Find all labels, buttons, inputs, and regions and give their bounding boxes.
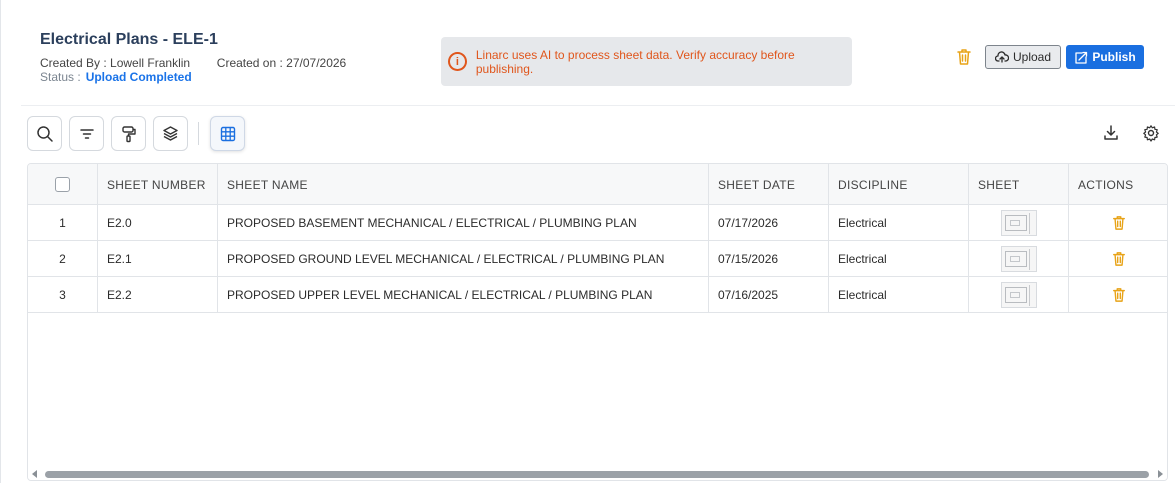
table-header: SHEET NUMBER SHEET NAME SHEET DATE DISCI… [28, 164, 1167, 205]
created-on-value: 27/07/2026 [286, 56, 347, 70]
download-icon[interactable] [1102, 124, 1120, 142]
actions-cell [1069, 277, 1167, 313]
publish-icon [1075, 51, 1088, 64]
sheet-thumbnail[interactable] [1000, 210, 1037, 236]
layers-icon [163, 126, 178, 141]
sheet-date-cell[interactable]: 07/15/2026 [709, 241, 829, 277]
table-row[interactable]: 2 E2.1 PROPOSED GROUND LEVEL MECHANICAL … [28, 241, 1167, 277]
column-header-sheet-number[interactable]: SHEET NUMBER [98, 164, 218, 205]
search-button[interactable] [27, 116, 62, 151]
sheet-number-cell[interactable]: E2.1 [98, 241, 218, 277]
column-header-sheet-name[interactable]: SHEET NAME [218, 164, 709, 205]
trash-icon[interactable] [956, 48, 972, 66]
scrollbar-thumb[interactable] [45, 471, 1149, 478]
row-index: 2 [28, 241, 98, 277]
info-icon: i [448, 52, 467, 71]
paint-roller-icon [121, 125, 136, 142]
header-divider [21, 105, 1175, 106]
actions-cell [1069, 241, 1167, 277]
trash-icon[interactable] [1112, 287, 1126, 303]
search-icon [36, 125, 53, 142]
discipline-cell[interactable]: Electrical [829, 241, 969, 277]
table-row[interactable]: 3 E2.2 PROPOSED UPPER LEVEL MECHANICAL /… [28, 277, 1167, 313]
discipline-cell[interactable]: Electrical [829, 277, 969, 313]
sheet-thumbnail-cell [969, 205, 1069, 241]
ai-notice-banner: i Linarc uses AI to process sheet data. … [441, 37, 852, 86]
filter-button[interactable] [69, 116, 104, 151]
discipline-cell[interactable]: Electrical [829, 205, 969, 241]
paint-roller-button[interactable] [111, 116, 146, 151]
sheet-thumbnail-cell [969, 277, 1069, 313]
page-title: Electrical Plans - ELE-1 [40, 31, 218, 48]
trash-icon[interactable] [1112, 215, 1126, 231]
horizontal-scrollbar[interactable] [28, 468, 1167, 480]
created-by-label: Created By : [40, 56, 107, 70]
column-header-sheet[interactable]: SHEET [969, 164, 1069, 205]
publish-label: Publish [1092, 50, 1136, 64]
upload-button[interactable]: Upload [985, 45, 1061, 69]
upload-label: Upload [1012, 50, 1052, 64]
created-meta: Created By : Lowell Franklin Created on … [40, 56, 346, 70]
status-value: Upload Completed [85, 70, 192, 84]
sheet-name-cell[interactable]: PROPOSED UPPER LEVEL MECHANICAL / ELECTR… [218, 277, 709, 313]
row-index: 1 [28, 205, 98, 241]
status-label: Status : [40, 70, 81, 84]
status-meta: Status : Upload Completed [40, 70, 192, 84]
row-index: 3 [28, 277, 98, 313]
sheet-number-cell[interactable]: E2.0 [98, 205, 218, 241]
publish-button[interactable]: Publish [1066, 45, 1144, 69]
actions-cell [1069, 205, 1167, 241]
created-on-label: Created on : [216, 56, 283, 70]
column-header-sheet-date[interactable]: SHEET DATE [709, 164, 829, 205]
cloud-upload-icon [994, 51, 1009, 63]
table-row[interactable]: 1 E2.0 PROPOSED BASEMENT MECHANICAL / EL… [28, 205, 1167, 241]
ai-notice-message: Linarc uses AI to process sheet data. Ve… [475, 47, 795, 76]
trash-icon[interactable] [1112, 251, 1126, 267]
sheet-date-cell[interactable]: 07/17/2026 [709, 205, 829, 241]
sheet-date-cell[interactable]: 07/16/2025 [709, 277, 829, 313]
created-by-value: Lowell Franklin [110, 56, 191, 70]
grid-view-button[interactable] [210, 116, 245, 151]
scroll-left-arrow[interactable] [32, 470, 37, 478]
sheet-name-cell[interactable]: PROPOSED GROUND LEVEL MECHANICAL / ELECT… [218, 241, 709, 277]
filter-icon [79, 128, 94, 139]
scroll-right-arrow[interactable] [1158, 470, 1163, 478]
page: Electrical Plans - ELE-1 Created By : Lo… [0, 0, 1175, 483]
sheet-thumbnail[interactable] [1000, 246, 1037, 272]
select-all-checkbox[interactable] [55, 177, 70, 192]
sheets-table: SHEET NUMBER SHEET NAME SHEET DATE DISCI… [27, 163, 1168, 481]
sheet-number-cell[interactable]: E2.2 [98, 277, 218, 313]
column-header-discipline[interactable]: DISCIPLINE [829, 164, 969, 205]
sheet-name-cell[interactable]: PROPOSED BASEMENT MECHANICAL / ELECTRICA… [218, 205, 709, 241]
layers-button[interactable] [153, 116, 188, 151]
toolbar-separator [198, 122, 199, 145]
grid-icon [220, 126, 235, 141]
gear-icon[interactable] [1142, 124, 1160, 142]
select-all-cell [28, 164, 98, 205]
column-header-actions: ACTIONS [1078, 177, 1134, 192]
sheet-thumbnail[interactable] [1000, 282, 1037, 308]
sheet-thumbnail-cell [969, 241, 1069, 277]
